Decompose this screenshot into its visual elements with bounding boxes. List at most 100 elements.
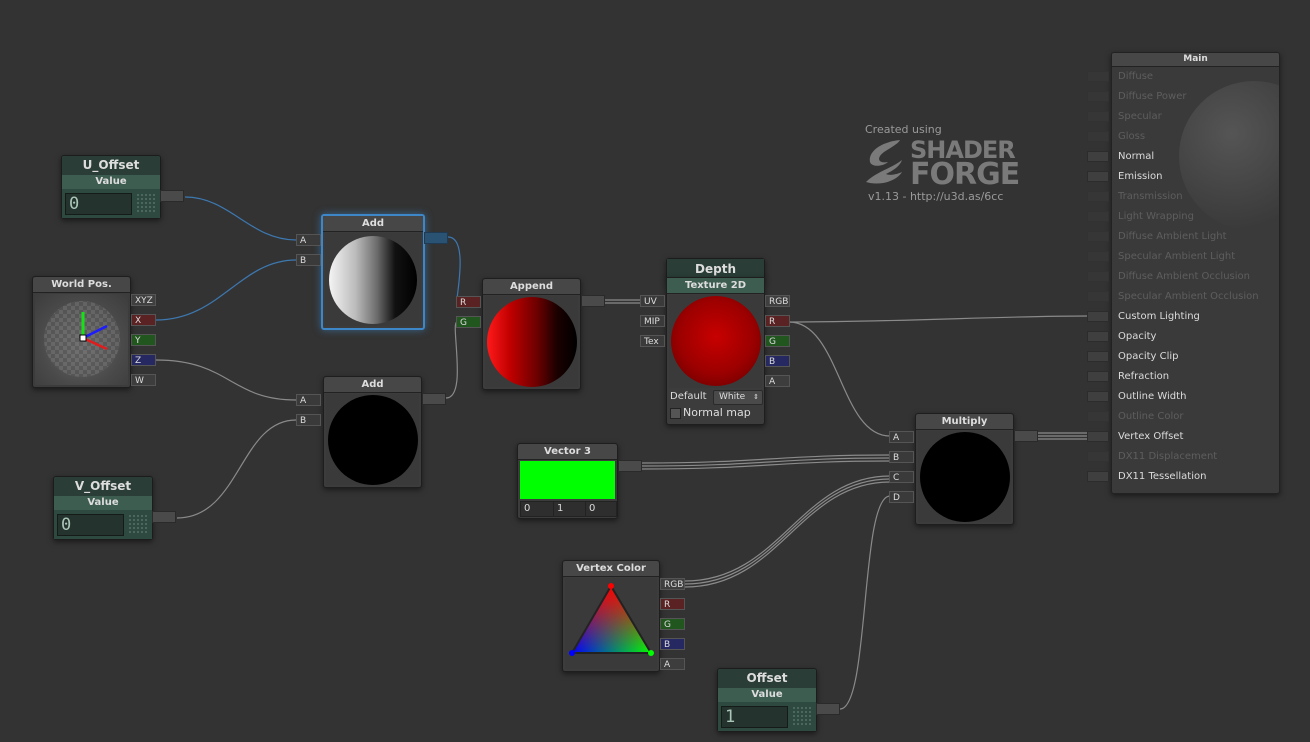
default-label: Default [670, 391, 707, 402]
world-pos-w-port[interactable]: W [131, 374, 156, 386]
drag-grip-icon[interactable] [792, 706, 812, 726]
main-input-port[interactable] [1087, 171, 1109, 182]
depth-tex-port[interactable]: Tex [640, 335, 665, 347]
v-offset-value-field[interactable]: 0 [57, 514, 124, 536]
vertex-color-r-port[interactable]: R [660, 598, 685, 610]
multiply-d-port[interactable]: D [889, 491, 914, 503]
multiply-b-port[interactable]: B [889, 451, 914, 463]
main-input-port[interactable] [1087, 231, 1109, 242]
multiply-preview [918, 431, 1011, 522]
vertex-color-rgb-port[interactable]: RGB [660, 578, 685, 590]
depth-b-port[interactable]: B [765, 355, 790, 367]
multiply-node[interactable]: Multiply [915, 413, 1014, 525]
default-dropdown[interactable]: White ⇕ [713, 390, 763, 405]
wire-depthr-customlighting [788, 315, 1088, 323]
append-output-port[interactable] [581, 295, 605, 307]
main-preview-sphere [1179, 81, 1279, 231]
depth-r-port[interactable]: R [765, 315, 790, 327]
depth-texture-node[interactable]: Texture 2D Default White ⇕ Normal map [666, 277, 765, 425]
logo-forge-text: FORGE [910, 157, 1020, 192]
main-input-port[interactable] [1087, 391, 1109, 402]
created-using-text: Created using [865, 123, 942, 136]
u-offset-node[interactable]: U_Offset Value 0 [61, 155, 161, 219]
normal-map-checkbox[interactable] [670, 408, 681, 419]
v-offset-node[interactable]: V_Offset Value 0 [53, 476, 153, 540]
vertex-color-a-port[interactable]: A [660, 658, 685, 670]
main-input-label: Outline Color [1118, 411, 1184, 422]
vector3-x-field[interactable]: 0 [520, 501, 554, 517]
main-input-port[interactable] [1087, 71, 1109, 82]
drag-grip-icon[interactable] [128, 514, 148, 534]
multiply-output-port[interactable] [1014, 430, 1038, 442]
world-pos-xyz-port[interactable]: XYZ [131, 294, 156, 306]
main-input-label: Normal [1118, 151, 1155, 162]
add-2-a-port[interactable]: A [296, 394, 321, 406]
offset-node[interactable]: Offset Value 1 [717, 668, 817, 732]
u-offset-output-port[interactable] [160, 190, 184, 202]
offset-value-field[interactable]: 1 [721, 706, 788, 728]
world-pos-node[interactable]: World Pos. [32, 276, 131, 388]
node-title: Vertex Color [563, 561, 659, 577]
drag-grip-icon[interactable] [136, 193, 156, 213]
depth-uv-port[interactable]: UV [640, 295, 665, 307]
wire-add2-appendg [445, 321, 458, 399]
multiply-c-port[interactable]: C [889, 471, 914, 483]
main-input-port[interactable] [1087, 431, 1109, 442]
add-1-a-port[interactable]: A [296, 234, 321, 246]
vector3-z-field[interactable]: 0 [585, 501, 617, 517]
add-1-output-port[interactable] [424, 232, 448, 244]
vector3-y-field[interactable]: 1 [553, 501, 587, 517]
axis-gizmo-icon [44, 301, 120, 377]
main-input-port[interactable] [1087, 191, 1109, 202]
main-input-port[interactable] [1087, 291, 1109, 302]
node-title: Vector 3 [518, 444, 617, 460]
append-node[interactable]: Append [482, 278, 581, 390]
main-input-port[interactable] [1087, 251, 1109, 262]
main-input-port[interactable] [1087, 451, 1109, 462]
add-2-output-port[interactable] [422, 393, 446, 405]
v-offset-output-port[interactable] [152, 511, 176, 523]
depth-a-port[interactable]: A [765, 375, 790, 387]
append-g-port[interactable]: G [456, 316, 481, 328]
node-subtitle: Value [54, 496, 152, 510]
vertex-color-b-port[interactable]: B [660, 638, 685, 650]
depth-rgb-port[interactable]: RGB [765, 295, 790, 307]
add-node-1[interactable]: Add [321, 214, 425, 330]
offset-output-port[interactable] [816, 703, 840, 715]
main-input-port[interactable] [1087, 271, 1109, 282]
main-input-port[interactable] [1087, 371, 1109, 382]
vertex-color-g-port[interactable]: G [660, 618, 685, 630]
depth-g-port[interactable]: G [765, 335, 790, 347]
add-node-2[interactable]: Add [323, 376, 422, 488]
main-input-port[interactable] [1087, 351, 1109, 362]
add-1-preview [325, 233, 421, 326]
main-input-port[interactable] [1087, 311, 1109, 322]
world-pos-y-port[interactable]: Y [131, 334, 156, 346]
main-input-port[interactable] [1087, 211, 1109, 222]
multiply-a-port[interactable]: A [889, 431, 914, 443]
main-input-port[interactable] [1087, 411, 1109, 422]
depth-mip-port[interactable]: MIP [640, 315, 665, 327]
main-input-port[interactable] [1087, 151, 1109, 162]
vector3-output-port[interactable] [618, 460, 642, 472]
main-input-port[interactable] [1087, 471, 1109, 482]
main-input-port[interactable] [1087, 131, 1109, 142]
node-title: Texture 2D [667, 278, 764, 294]
color-triangle-icon [569, 583, 654, 656]
u-offset-value-field[interactable]: 0 [65, 193, 132, 215]
vertex-color-node[interactable]: Vertex Color [562, 560, 660, 672]
add-1-b-port[interactable]: B [296, 254, 321, 266]
node-title: U_Offset [62, 156, 160, 176]
world-pos-x-port[interactable]: X [131, 314, 156, 326]
main-node[interactable]: Main Diffuse Diffuse Power Specular Gloss No… [1111, 52, 1280, 494]
wire-add1-appendr [447, 236, 461, 303]
main-input-port[interactable] [1087, 91, 1109, 102]
append-r-port[interactable]: R [456, 296, 481, 308]
wire-uoffset-add1a [184, 196, 297, 241]
vector3-node[interactable]: Vector 3 0 1 0 [517, 443, 618, 519]
add-2-preview [326, 394, 419, 485]
world-pos-z-port[interactable]: Z [131, 354, 156, 366]
main-input-port[interactable] [1087, 111, 1109, 122]
main-input-port[interactable] [1087, 331, 1109, 342]
add-2-b-port[interactable]: B [296, 414, 321, 426]
